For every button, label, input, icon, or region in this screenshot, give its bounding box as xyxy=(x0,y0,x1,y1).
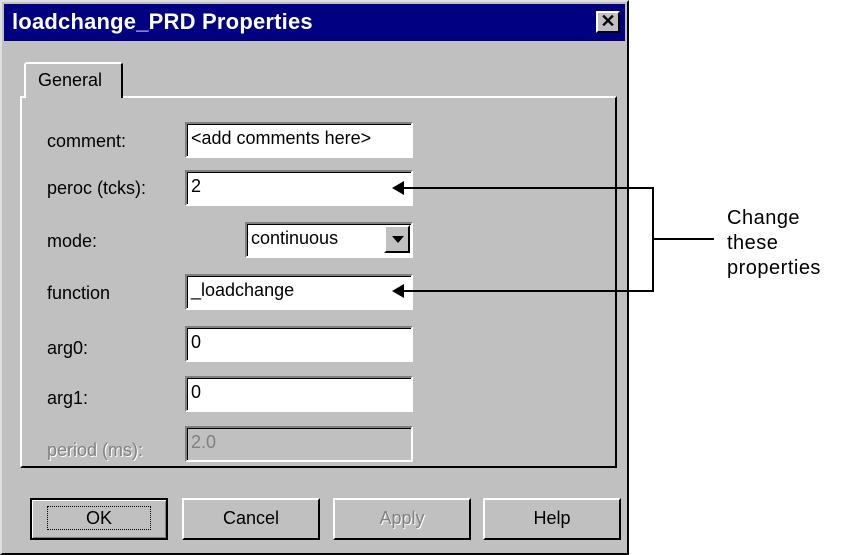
callout-connector xyxy=(652,238,714,240)
function-field[interactable]: _loadchange xyxy=(185,274,413,310)
period-ms-field: 2.0 xyxy=(185,426,413,462)
title-bar[interactable]: loadchange_PRD Properties ✕ xyxy=(4,4,625,41)
mode-label: mode: xyxy=(47,231,98,251)
tab-general-label: General xyxy=(38,70,103,90)
annotation-line-2: these xyxy=(727,232,779,254)
comment-label: comment: xyxy=(47,131,127,151)
period-ticks-label: peroc (tcks): xyxy=(47,178,147,198)
callout-annotation: Change these properties xyxy=(727,206,821,281)
mode-select[interactable]: continuous xyxy=(245,222,413,258)
callout-arrow-function-line xyxy=(402,290,654,292)
callout-arrow-period-line xyxy=(402,187,654,189)
close-icon[interactable]: ✕ xyxy=(596,11,620,33)
help-button[interactable]: Help xyxy=(483,498,621,540)
arg1-label: arg1: xyxy=(47,388,89,408)
apply-button: Apply xyxy=(333,498,471,540)
ok-button[interactable]: OK xyxy=(30,498,168,540)
cancel-button[interactable]: Cancel xyxy=(182,498,320,540)
comment-field[interactable]: <add comments here> xyxy=(185,122,413,158)
tab-general[interactable]: General xyxy=(24,62,123,98)
annotation-line-3: properties xyxy=(727,257,821,279)
period-ticks-field[interactable]: 2 xyxy=(185,170,413,206)
arg0-label: arg0: xyxy=(47,338,89,358)
dialog-title: loadchange_PRD Properties xyxy=(12,9,313,34)
function-label: function xyxy=(47,283,111,303)
arg0-field[interactable]: 0 xyxy=(185,326,413,362)
arg1-field[interactable]: 0 xyxy=(185,376,413,412)
annotation-line-1: Change xyxy=(727,207,801,229)
period-ms-label: period (ms): xyxy=(47,440,144,460)
ok-button-label: OK xyxy=(46,506,151,530)
chevron-down-icon[interactable] xyxy=(384,225,410,253)
